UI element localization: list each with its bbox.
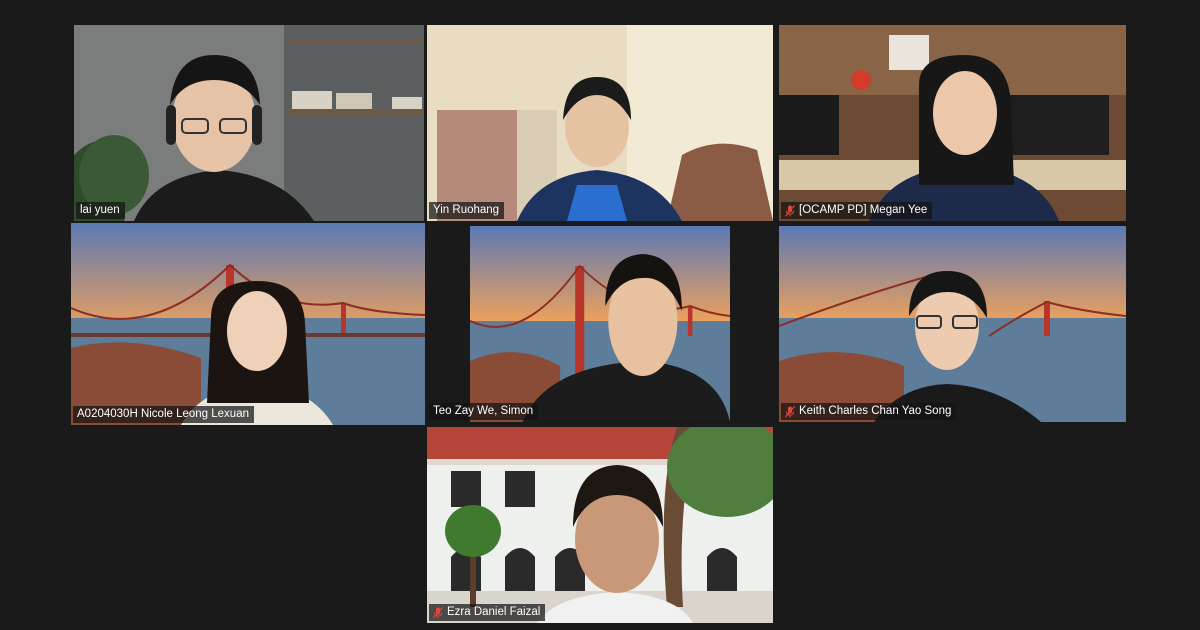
video-tile-keith-chan[interactable]: Keith Charles Chan Yao Song [779,226,1126,422]
microphone-muted-icon [785,204,795,216]
participant-name: Yin Ruohang [433,204,500,216]
microphone-muted-icon [433,606,443,618]
participant-nameplate: Keith Charles Chan Yao Song [781,403,957,420]
microphone-muted-icon [785,405,795,417]
participant-name: [OCAMP PD] Megan Yee [799,204,928,216]
participant-nameplate: [OCAMP PD] Megan Yee [781,202,933,219]
participant-name: lai yuen [80,204,120,216]
video-feed [71,223,425,425]
video-tile-lai-yuen[interactable]: lai yuen [74,25,424,221]
video-tile-megan-yee[interactable]: [OCAMP PD] Megan Yee [779,25,1126,221]
participant-nameplate: lai yuen [76,202,125,219]
video-feed [470,226,730,422]
video-tile-nicole-leong[interactable]: A0204030H Nicole Leong Lexuan [71,223,425,425]
participant-nameplate: A0204030H Nicole Leong Lexuan [73,406,254,423]
participant-name: Ezra Daniel Faizal [447,606,541,618]
participant-nameplate: Yin Ruohang [429,202,505,219]
participant-nameplate: Teo Zay We, Simon [429,403,539,420]
video-feed [427,427,773,623]
video-tile-yin-ruohang[interactable]: Yin Ruohang [427,25,773,221]
video-feed [779,226,1126,422]
video-tile-ezra-faizal[interactable]: Ezra Daniel Faizal [427,427,773,623]
participant-name: A0204030H Nicole Leong Lexuan [77,408,249,420]
participant-name: Teo Zay We, Simon [433,405,534,417]
video-feed [427,25,773,221]
participant-name: Keith Charles Chan Yao Song [799,405,952,417]
participant-nameplate: Ezra Daniel Faizal [429,604,546,621]
video-feed [779,25,1126,221]
video-tile-teo-zay-we[interactable]: Teo Zay We, Simon [427,226,773,422]
video-feed [74,25,424,221]
